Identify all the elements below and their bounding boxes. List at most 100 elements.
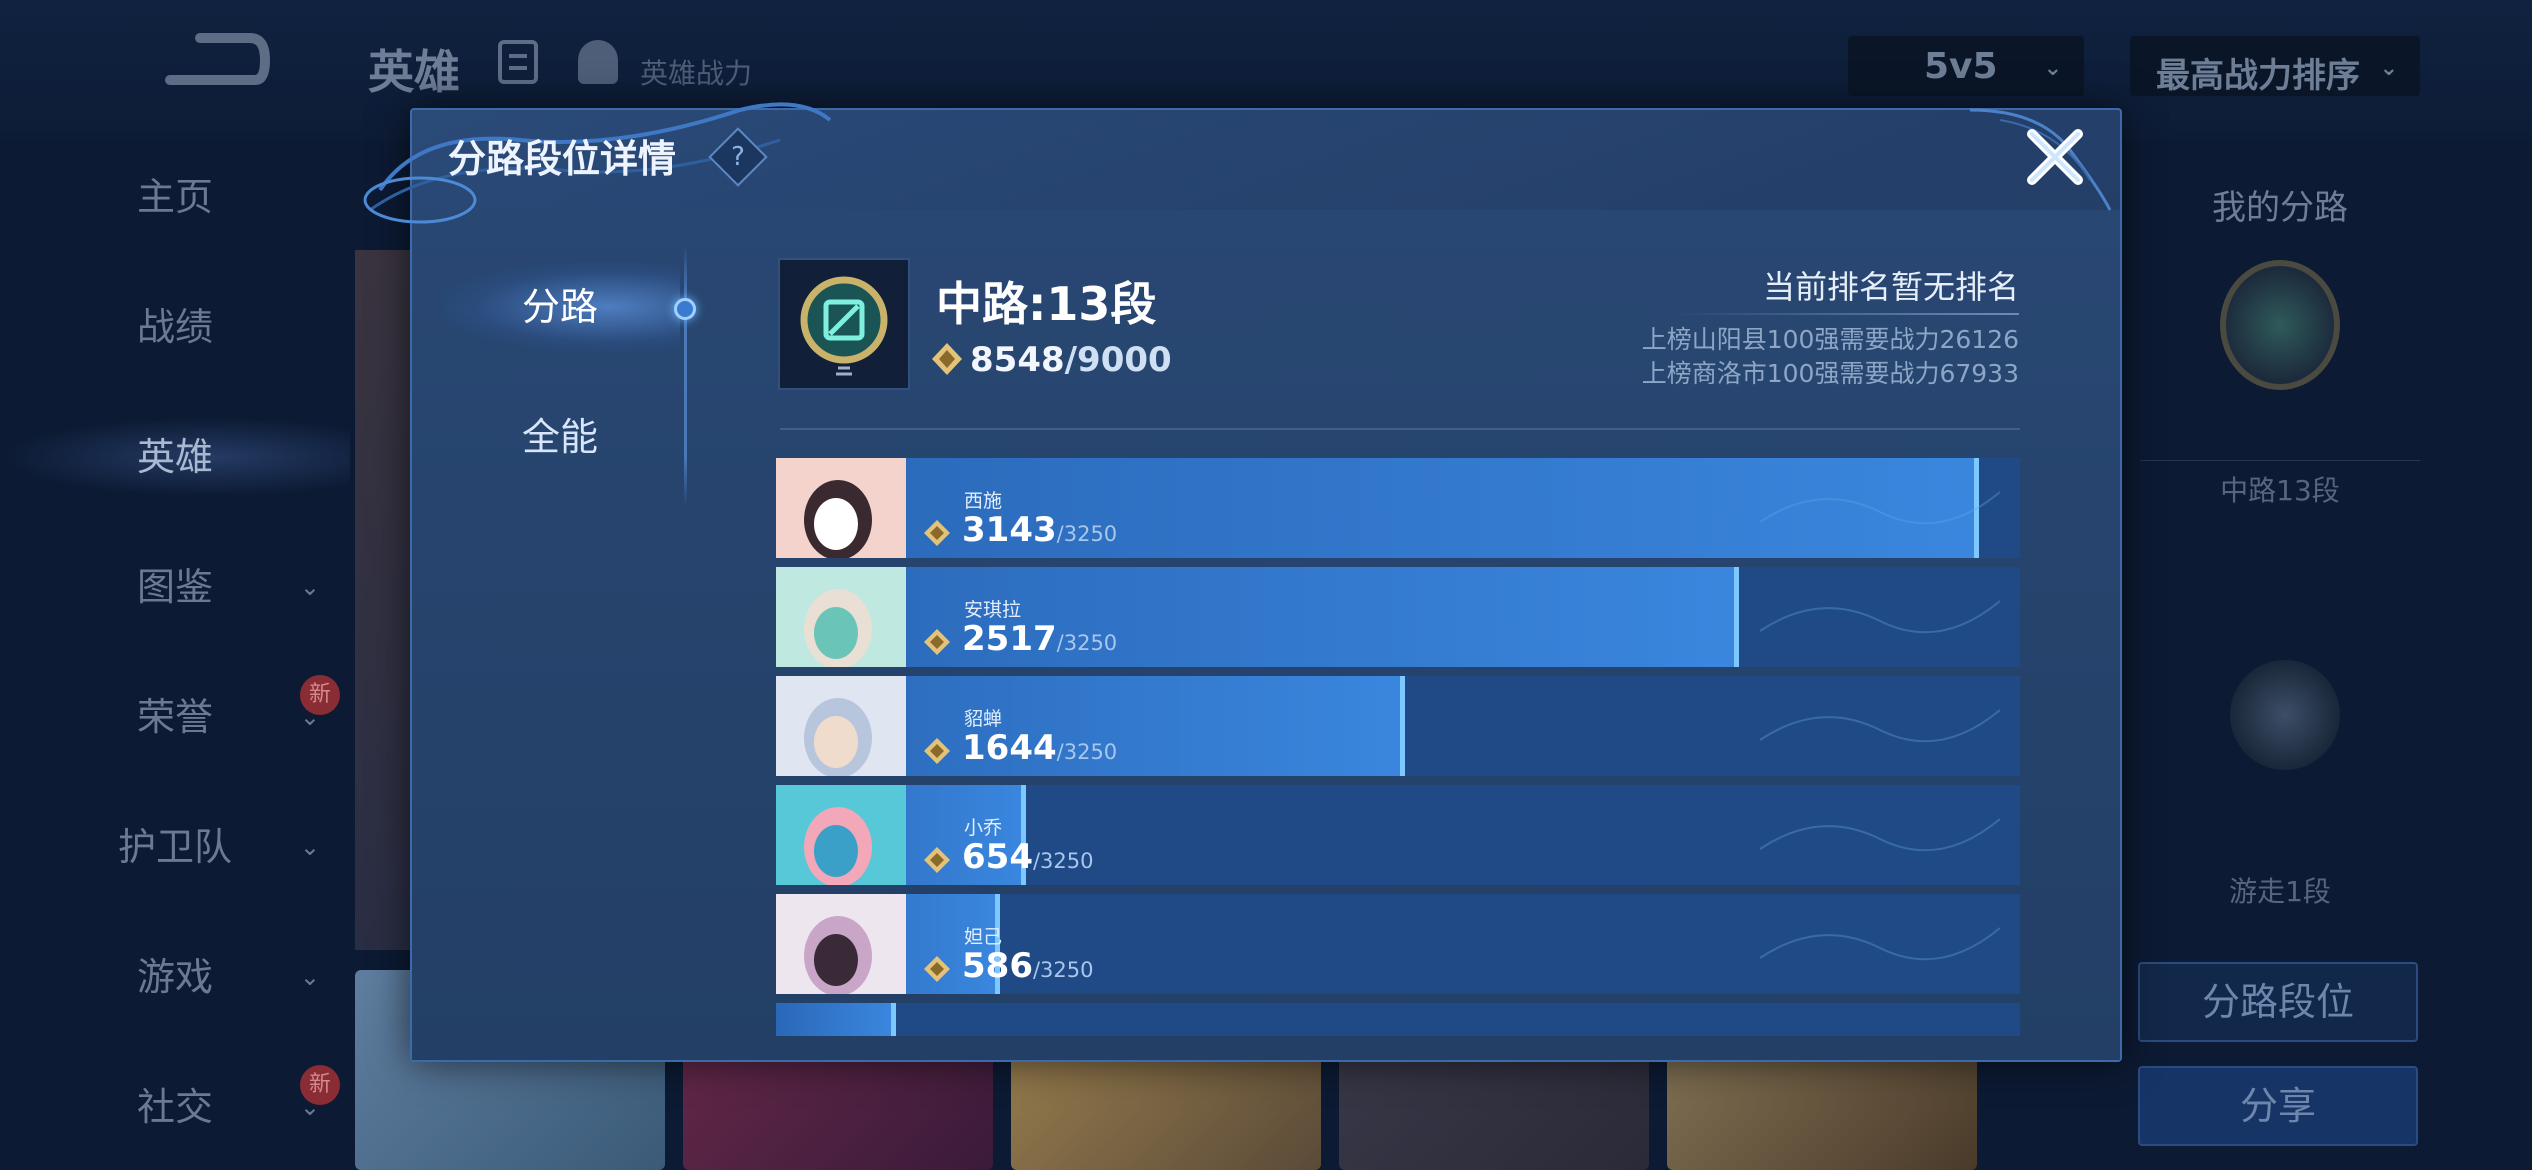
hero-row[interactable]: 妲己 586/3250	[776, 894, 2020, 994]
tab-all-round[interactable]: 全能	[440, 392, 680, 482]
lane-summary: 中路:13段 8548/9000 当前排名暂无排名 上榜山阳县100强需要战力2…	[778, 258, 2023, 392]
hero-row[interactable]: 貂蝉 1644/3250	[776, 676, 2020, 776]
power-score-icon	[932, 343, 962, 375]
row-pattern-decoration	[1760, 600, 2000, 634]
mid-lane-badge-icon	[2220, 260, 2340, 390]
sidebar-item-records[interactable]: 战绩	[0, 287, 350, 367]
lane-name: 中路:13段	[936, 277, 1157, 331]
roam-lane-badge-icon	[2230, 660, 2340, 770]
hero-row[interactable]: 小乔 654/3250	[776, 785, 2020, 885]
helmet-icon[interactable]	[578, 40, 618, 84]
roam-lane-label: 游走1段	[2229, 875, 2331, 908]
lane-score-max: /9000	[1064, 340, 1172, 380]
power-score-icon	[924, 956, 950, 982]
hero-row[interactable]: 安琪拉 2517/3250	[776, 567, 2020, 667]
hero-power-list[interactable]: 西施 3143/3250 安琪拉 2517/3250 貂蝉 1644/3250 小乔 654/…	[776, 458, 2020, 1036]
tab-lane[interactable]: 分路	[440, 262, 680, 352]
hero-score: 586/3250	[962, 946, 1094, 986]
sidebar: 主页 战绩 英雄 图鉴 ⌄ 荣誉 ⌄ 新 护卫队 ⌄ 游戏 ⌄ 社交 ⌄ 新	[0, 140, 350, 1170]
rank-requirement-county: 上榜山阳县100强需要战力26126	[1641, 325, 2019, 354]
power-score-icon	[924, 520, 950, 546]
sort-select[interactable]: 最高战力排序 ⌄	[2130, 36, 2420, 96]
hero-score-cap: /3250	[1056, 740, 1118, 764]
lane-score: 8548/9000	[970, 340, 1172, 380]
row-pattern-decoration	[1760, 491, 2000, 525]
hero-power-link[interactable]: 英雄战力	[640, 52, 752, 92]
sidebar-item-guard[interactable]: 护卫队 ⌄	[0, 807, 350, 887]
chevron-down-icon: ⌄	[299, 573, 320, 601]
hero-score-value: 586	[962, 946, 1033, 986]
power-progress-bar	[776, 567, 1739, 667]
hero-name: 安琪拉	[964, 599, 1022, 621]
hero-name: 西施	[964, 490, 1003, 512]
hero-score-cap: /3250	[1032, 958, 1094, 982]
share-button[interactable]: 分享	[2138, 1066, 2418, 1146]
sidebar-item-heroes[interactable]: 英雄	[0, 417, 350, 497]
hero-card-edge	[355, 250, 415, 950]
sort-select-value: 最高战力排序	[2156, 56, 2360, 96]
rank-status: 当前排名暂无排名	[1762, 268, 2019, 306]
hero-score-cap: /3250	[1056, 631, 1118, 655]
hero-score-value: 654	[962, 837, 1033, 877]
list-icon[interactable]	[498, 40, 538, 84]
sidebar-item-label: 图鉴	[136, 565, 213, 609]
hero-row[interactable]	[776, 1003, 2020, 1036]
sidebar-item-label: 英雄	[136, 435, 213, 479]
hero-portrait	[776, 567, 906, 667]
hero-score-value: 2517	[962, 619, 1057, 659]
rank-requirement-city: 上榜商洛市100强需要战力67933	[1641, 359, 2019, 388]
tab-indicator-dot	[674, 298, 696, 320]
mode-select[interactable]: 5v5 ⌄	[1848, 36, 2084, 96]
mid-lane-label: 中路13段	[2140, 460, 2420, 520]
modal-title: 分路段位详情	[448, 137, 677, 181]
hero-row[interactable]: 西施 3143/3250	[776, 458, 2020, 558]
hero-score: 1644/3250	[962, 728, 1117, 768]
hero-score-value: 3143	[962, 510, 1057, 550]
sidebar-item-gallery[interactable]: 图鉴 ⌄	[0, 547, 350, 627]
section-divider	[780, 428, 2020, 430]
hero-portrait	[776, 894, 906, 994]
row-pattern-decoration	[1760, 709, 2000, 743]
hero-score: 2517/3250	[962, 619, 1117, 659]
hero-name: 貂蝉	[964, 708, 1003, 730]
chevron-down-icon: ⌄	[2043, 56, 2062, 81]
sidebar-item-honor[interactable]: 荣誉 ⌄ 新	[0, 675, 350, 757]
hero-score: 654/3250	[962, 837, 1094, 877]
row-pattern-decoration	[1760, 818, 2000, 852]
my-lanes-panel: 我的分路 中路13段 游走1段	[2130, 140, 2430, 940]
new-badge: 新	[300, 1065, 340, 1105]
sidebar-item-social[interactable]: 社交 ⌄ 新	[0, 1065, 350, 1147]
sidebar-item-home[interactable]: 主页	[0, 157, 350, 237]
hero-score-cap: /3250	[1056, 522, 1118, 546]
close-icon[interactable]	[2020, 122, 2090, 192]
hero-score-value: 1644	[962, 728, 1057, 768]
help-icon-glyph: ?	[731, 142, 745, 172]
lane-badge	[778, 258, 910, 390]
hero-portrait	[776, 785, 906, 885]
hero-name: 妲己	[964, 926, 1003, 948]
my-lanes-title: 我的分路	[2212, 188, 2348, 228]
sidebar-item-label: 社交	[136, 1085, 213, 1129]
power-score-icon	[924, 629, 950, 655]
hero-portrait	[776, 458, 906, 558]
mid-lane-badge-icon	[800, 276, 888, 376]
sidebar-item-label: 荣誉	[136, 695, 213, 739]
lane-rank-button[interactable]: 分路段位	[2138, 962, 2418, 1042]
sidebar-item-games[interactable]: 游戏 ⌄	[0, 937, 350, 1017]
new-badge: 新	[300, 675, 340, 715]
hero-score-cap: /3250	[1032, 849, 1094, 873]
hero-portrait	[776, 676, 906, 776]
tab-rail	[684, 245, 687, 507]
back-icon[interactable]	[160, 30, 270, 90]
power-score-icon	[924, 847, 950, 873]
hero-name: 小乔	[964, 817, 1003, 839]
sidebar-item-label: 主页	[136, 175, 213, 219]
row-pattern-decoration	[1760, 927, 2000, 961]
chevron-down-icon: ⌄	[2379, 56, 2398, 81]
chevron-down-icon: ⌄	[299, 963, 320, 991]
rank-divider	[1674, 313, 2019, 315]
sidebar-item-label: 战绩	[136, 305, 213, 349]
sidebar-item-label: 护卫队	[117, 825, 232, 869]
modal-tabs: 分路 全能	[440, 240, 700, 500]
power-progress-bar	[776, 1003, 896, 1036]
